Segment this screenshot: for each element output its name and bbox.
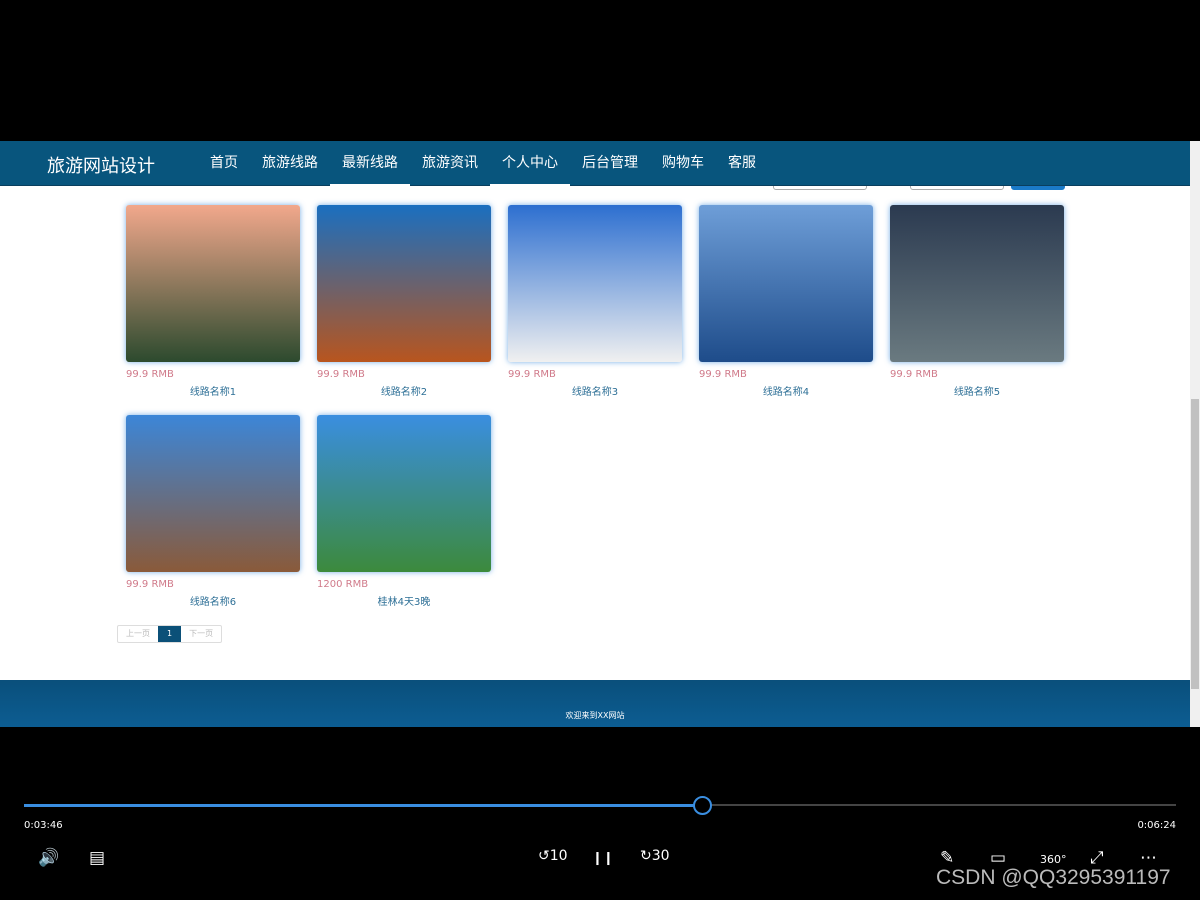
site-brand[interactable]: 旅游网站设计 <box>47 152 155 178</box>
route-card[interactable]: 99.9 RMB 线路名称1 <box>126 205 300 398</box>
watermark: CSDN @QQ3295391197 <box>936 866 1171 889</box>
route-image[interactable] <box>317 415 491 572</box>
mini-view-icon[interactable]: ▭ <box>990 848 1006 868</box>
site-header: 旅游网站设计 首页 旅游线路 最新线路 旅游资讯 个人中心 后台管理 购物车 客服 <box>0 141 1190 186</box>
route-price: 99.9 RMB <box>126 579 174 590</box>
footer-text: 欢迎来到XX网站 <box>565 711 625 720</box>
nav-item-2[interactable]: 旅游线路 <box>250 141 330 186</box>
pagination: 上一页 1 下一页 <box>117 625 223 643</box>
route-image[interactable] <box>317 205 491 362</box>
volume-icon[interactable]: 🔊 <box>38 848 59 868</box>
nav-item-8[interactable]: 客服 <box>716 141 768 186</box>
seek-bar[interactable] <box>24 803 1176 807</box>
site-footer: 欢迎来到XX网站 <box>0 680 1190 727</box>
route-price: 99.9 RMB <box>508 369 556 380</box>
route-price: 99.9 RMB <box>699 369 747 380</box>
scrollbar-thumb[interactable] <box>1191 399 1199 689</box>
route-price: 1200 RMB <box>317 579 369 590</box>
duration-time: 0:06:24 <box>1137 820 1176 831</box>
website-viewport: 旅游网站设计 首页 旅游线路 最新线路 旅游资讯 个人中心 后台管理 购物车 客服 99.9 … <box>0 141 1200 727</box>
seek-handle[interactable] <box>693 796 713 815</box>
route-card[interactable]: 99.9 RMB 线路名称3 <box>508 205 682 398</box>
next-page-button[interactable]: 下一页 <box>181 626 221 642</box>
page-scrollbar[interactable] <box>1190 141 1200 727</box>
nav-item-5[interactable]: 个人中心 <box>490 141 570 186</box>
nav-item-7[interactable]: 购物车 <box>650 141 716 186</box>
captions-icon[interactable]: ▤ <box>89 848 105 868</box>
route-image[interactable] <box>699 205 873 362</box>
rewind-10-icon[interactable]: ↺10 <box>538 848 568 864</box>
prev-page-button[interactable]: 上一页 <box>118 626 158 642</box>
route-price: 99.9 RMB <box>126 369 174 380</box>
route-card[interactable]: 1200 RMB 桂林4天3晚 <box>317 415 491 608</box>
route-image[interactable] <box>508 205 682 362</box>
more-icon[interactable]: ⋯ <box>1140 848 1157 868</box>
route-price: 99.9 RMB <box>317 369 365 380</box>
360-icon[interactable]: 360° <box>1040 853 1067 866</box>
route-name[interactable]: 线路名称6 <box>126 593 300 608</box>
elapsed-time: 0:03:46 <box>24 820 63 831</box>
main-nav: 首页 旅游线路 最新线路 旅游资讯 个人中心 后台管理 购物车 客服 <box>198 141 768 186</box>
route-name[interactable]: 线路名称1 <box>126 383 300 398</box>
route-name[interactable]: 桂林4天3晚 <box>317 593 491 608</box>
fullscreen-icon[interactable]: ⤢ <box>1090 848 1104 868</box>
nav-item-6[interactable]: 后台管理 <box>570 141 650 186</box>
route-card[interactable]: 99.9 RMB 线路名称6 <box>126 415 300 608</box>
route-image[interactable] <box>890 205 1064 362</box>
route-image[interactable] <box>126 415 300 572</box>
route-card[interactable]: 99.9 RMB 线路名称4 <box>699 205 873 398</box>
route-name[interactable]: 线路名称2 <box>317 383 491 398</box>
nav-item-3[interactable]: 最新线路 <box>330 141 410 186</box>
seek-bar-fill <box>24 803 703 807</box>
route-price: 99.9 RMB <box>890 369 938 380</box>
route-card[interactable]: 99.9 RMB 线路名称5 <box>890 205 1064 398</box>
pencil-icon[interactable]: ✎ <box>940 848 954 868</box>
route-name[interactable]: 线路名称5 <box>890 383 1064 398</box>
nav-item-1[interactable]: 首页 <box>198 141 250 186</box>
route-name[interactable]: 线路名称3 <box>508 383 682 398</box>
route-card[interactable]: 99.9 RMB 线路名称2 <box>317 205 491 398</box>
route-name[interactable]: 线路名称4 <box>699 383 873 398</box>
route-image[interactable] <box>126 205 300 362</box>
page-1-button[interactable]: 1 <box>158 626 182 642</box>
nav-item-4[interactable]: 旅游资讯 <box>410 141 490 186</box>
pause-icon[interactable]: ❙❙ <box>592 851 614 866</box>
forward-30-icon[interactable]: ↻30 <box>640 848 670 864</box>
